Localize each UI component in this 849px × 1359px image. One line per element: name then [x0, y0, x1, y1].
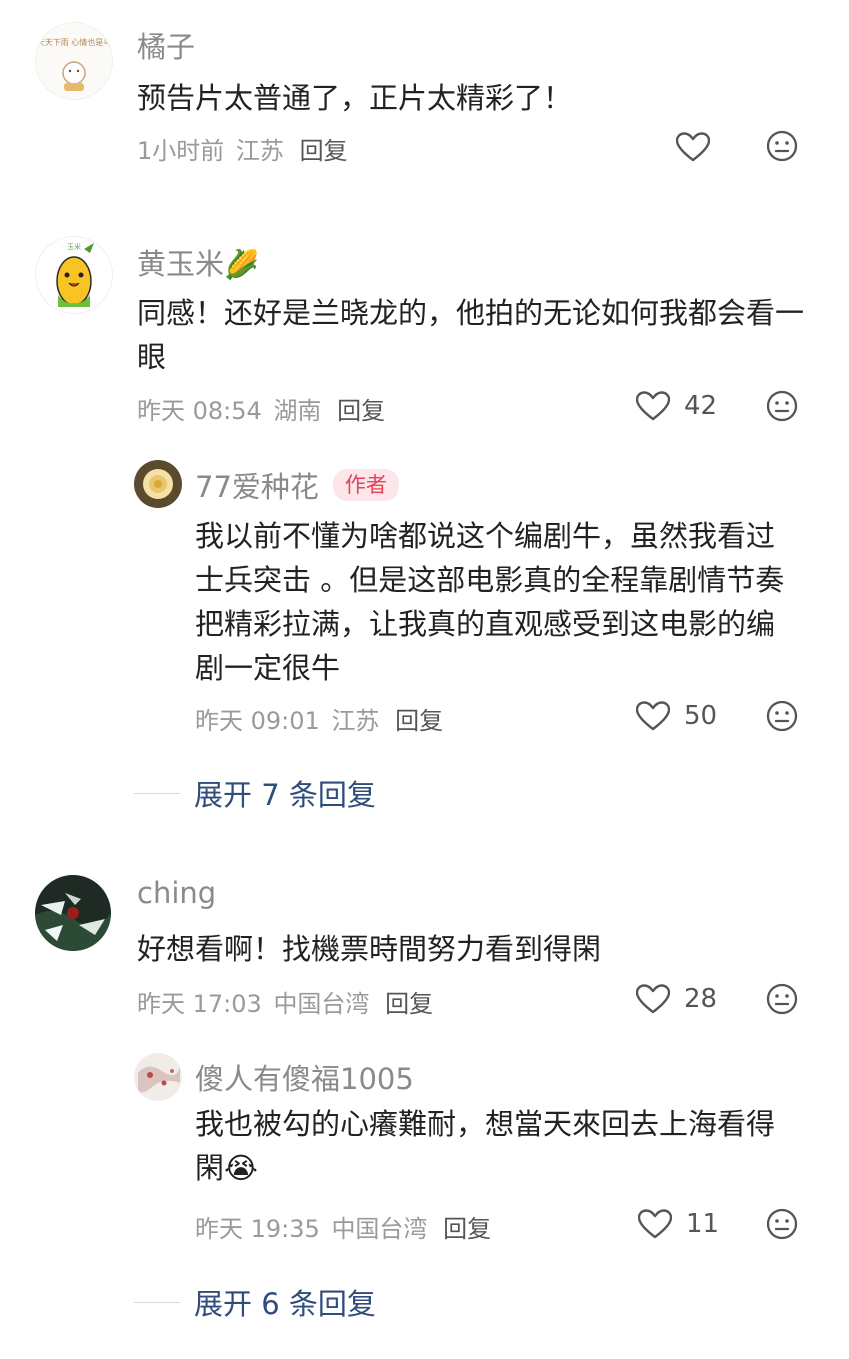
reply-text-block: 我也被勾的心癢難耐，想當天來回去上海看得閑😭 — [195, 1102, 795, 1190]
like-count: 28 — [684, 984, 718, 1014]
neutral-face-icon — [766, 700, 798, 732]
heart-outline-icon — [676, 132, 710, 162]
divider — [134, 792, 180, 794]
avatar-caption: 天天下雨 心情也是乌 — [37, 37, 112, 47]
like-button[interactable] — [676, 132, 710, 162]
reply-meta: 昨天 09:01 江苏 回复 — [195, 701, 443, 736]
comment-username-row: 黄玉米🌽 — [137, 241, 259, 283]
reply-button[interactable]: 回复 — [395, 707, 443, 735]
reply-avatar[interactable] — [134, 1053, 182, 1101]
reaction-button[interactable] — [766, 390, 798, 422]
neutral-face-icon — [766, 1208, 798, 1240]
reply-username[interactable]: 77爱种花 — [195, 464, 319, 506]
comment-time: 昨天 17:03 — [137, 990, 262, 1018]
comment-text: 同感！还好是兰晓龙的，他拍的无论如何我都会看一眼 — [137, 296, 805, 374]
heart-outline-icon — [636, 984, 670, 1014]
comment-time: 昨天 08:54 — [137, 397, 262, 425]
expand-replies-button[interactable]: 展开 7 条回复 — [134, 772, 376, 814]
reply-button[interactable]: 回复 — [337, 397, 385, 425]
comment-username[interactable]: 橘子 — [137, 24, 195, 66]
reply-meta: 昨天 19:35 中国台湾 回复 — [195, 1209, 491, 1244]
comment-region: 江苏 — [235, 137, 284, 165]
comment-region: 湖南 — [273, 397, 322, 425]
reply-text: 我也被勾的心癢難耐，想當天來回去上海看得閑 — [195, 1107, 776, 1185]
comment-text: 好想看啊！找機票時間努力看到得閑 — [137, 932, 602, 966]
neutral-face-icon — [766, 130, 798, 162]
reply-time: 昨天 09:01 — [195, 707, 320, 735]
comment-meta: 1小时前 江苏 回复 — [137, 131, 348, 166]
like-button[interactable]: 28 — [636, 984, 717, 1014]
like-count: 50 — [684, 701, 718, 731]
reply-region: 中国台湾 — [331, 1215, 428, 1243]
reply-button[interactable]: 回复 — [300, 137, 348, 165]
reply-avatar[interactable] — [134, 460, 182, 508]
comment-username[interactable]: ching — [137, 876, 216, 910]
reply-region: 江苏 — [331, 707, 380, 735]
comment-meta: 昨天 17:03 中国台湾 回复 — [137, 984, 433, 1019]
avatar[interactable]: 天天下雨 心情也是乌 — [35, 22, 113, 100]
expand-replies-label: 展开 7 条回复 — [194, 778, 376, 812]
avatar-caption: 玉米 — [67, 242, 81, 251]
expand-replies-label: 展开 6 条回复 — [194, 1287, 376, 1321]
heart-outline-icon — [638, 1209, 672, 1239]
crying-emoji: 😭 — [224, 1151, 258, 1185]
comment-time: 1小时前 — [137, 137, 225, 165]
like-count: 11 — [686, 1209, 720, 1239]
heart-outline-icon — [636, 391, 670, 421]
comment-text: 预告片太普通了，正片太精彩了！ — [137, 81, 573, 115]
reply-button[interactable]: 回复 — [443, 1215, 491, 1243]
reply-text: 我以前不懂为啥都说这个编剧牛，虽然我看过士兵突击 。但是这部电影真的全程靠剧情节… — [195, 519, 785, 685]
avatar[interactable] — [35, 875, 111, 951]
avatar[interactable]: 玉米 — [35, 236, 113, 314]
reply-username-row: 77爱种花 作者 — [195, 464, 399, 506]
author-badge: 作者 — [332, 469, 399, 501]
expand-replies-button[interactable]: 展开 6 条回复 — [134, 1281, 376, 1323]
reaction-button[interactable] — [766, 1208, 798, 1240]
like-button[interactable]: 11 — [638, 1209, 719, 1239]
reaction-button[interactable] — [766, 983, 798, 1015]
reaction-button[interactable] — [766, 130, 798, 162]
neutral-face-icon — [766, 390, 798, 422]
reply-time: 昨天 19:35 — [195, 1215, 320, 1243]
like-count: 42 — [684, 391, 718, 421]
reply-username[interactable]: 傻人有傻福1005 — [195, 1056, 414, 1098]
neutral-face-icon — [766, 983, 798, 1015]
like-button[interactable]: 42 — [636, 391, 717, 421]
heart-outline-icon — [636, 701, 670, 731]
comment-username[interactable]: 黄玉米 — [137, 247, 224, 281]
reply-button[interactable]: 回复 — [385, 990, 433, 1018]
corn-emoji: 🌽 — [224, 248, 259, 281]
comment-meta: 昨天 08:54 湖南 回复 — [137, 391, 385, 426]
reaction-button[interactable] — [766, 700, 798, 732]
like-button[interactable]: 50 — [636, 701, 717, 731]
divider — [134, 1301, 180, 1303]
comment-region: 中国台湾 — [273, 990, 370, 1018]
